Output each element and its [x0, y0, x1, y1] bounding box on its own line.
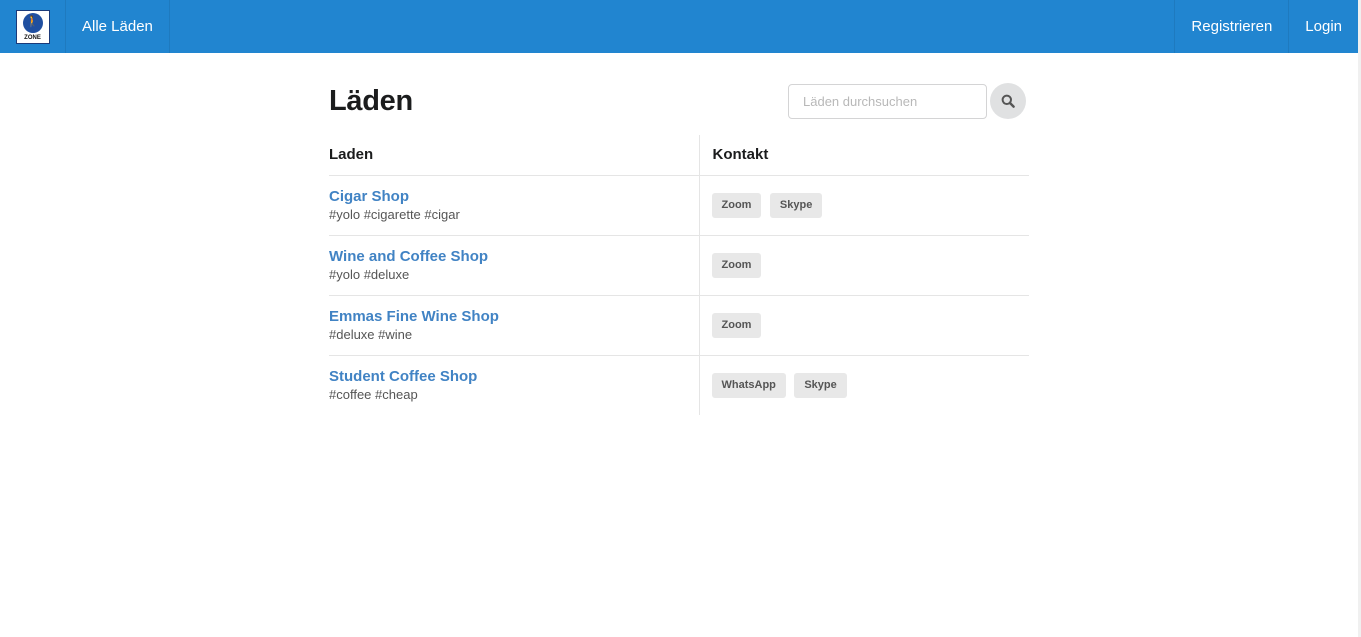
- main-content: Läden Laden Kontakt Cigar Shop #yolo #ci…: [329, 53, 1029, 415]
- contact-skype-button[interactable]: Skype: [769, 192, 823, 218]
- search-input[interactable]: [788, 84, 987, 119]
- page-title: Läden: [329, 85, 413, 117]
- shop-cell: Emmas Fine Wine Shop #deluxe #wine: [329, 295, 699, 356]
- contact-zoom-button[interactable]: Zoom: [711, 192, 762, 218]
- contact-cell: Zoom: [698, 235, 1029, 296]
- table-row: Cigar Shop #yolo #cigarette #cigar Zoom …: [329, 175, 1029, 236]
- contact-cell: Zoom Skype: [698, 175, 1029, 236]
- pedestrian-icon: 🚶: [22, 12, 43, 33]
- table-header-row: Laden Kontakt: [329, 135, 1029, 176]
- shop-tags: #yolo #deluxe: [329, 266, 410, 282]
- table-row: Student Coffee Shop #coffee #cheap Whats…: [329, 355, 1029, 415]
- table-row: Wine and Coffee Shop #yolo #deluxe Zoom: [329, 235, 1029, 296]
- contact-zoom-button[interactable]: Zoom: [711, 312, 762, 338]
- shop-tags: #deluxe #wine: [329, 326, 413, 342]
- shops-table: Laden Kontakt Cigar Shop #yolo #cigarett…: [329, 135, 1029, 415]
- zone-logo: 🚶 ZONE: [15, 9, 50, 44]
- nav-all-shops[interactable]: Alle Läden: [66, 0, 170, 53]
- contact-cell: Zoom: [698, 295, 1029, 356]
- shop-link[interactable]: Emmas Fine Wine Shop: [329, 308, 699, 326]
- logo-link[interactable]: 🚶 ZONE: [0, 0, 66, 53]
- contact-cell: WhatsApp Skype: [698, 355, 1029, 415]
- contact-zoom-button[interactable]: Zoom: [711, 252, 762, 278]
- shop-cell: Cigar Shop #yolo #cigarette #cigar: [329, 175, 699, 236]
- page-header: Läden: [329, 53, 1029, 135]
- top-navbar: 🚶 ZONE Alle Läden Registrieren Login: [0, 0, 1358, 53]
- logo-text: ZONE: [24, 34, 41, 41]
- nav-login[interactable]: Login: [1288, 0, 1358, 53]
- shop-tags: #coffee #cheap: [329, 386, 418, 402]
- shop-link[interactable]: Cigar Shop: [329, 188, 699, 206]
- contact-whatsapp-button[interactable]: WhatsApp: [711, 372, 786, 398]
- shop-link[interactable]: Wine and Coffee Shop: [329, 248, 699, 266]
- shop-cell: Student Coffee Shop #coffee #cheap: [329, 355, 699, 415]
- shop-link[interactable]: Student Coffee Shop: [329, 368, 699, 386]
- shop-cell: Wine and Coffee Shop #yolo #deluxe: [329, 235, 699, 296]
- header-shop: Laden: [329, 135, 699, 176]
- search-icon: [1001, 94, 1015, 108]
- nav-register[interactable]: Registrieren: [1174, 0, 1288, 53]
- contact-skype-button[interactable]: Skype: [794, 372, 847, 398]
- table-row: Emmas Fine Wine Shop #deluxe #wine Zoom: [329, 295, 1029, 356]
- header-contact: Kontakt: [698, 135, 1029, 176]
- shop-tags: #yolo #cigarette #cigar: [329, 206, 460, 222]
- search-button[interactable]: [990, 83, 1026, 119]
